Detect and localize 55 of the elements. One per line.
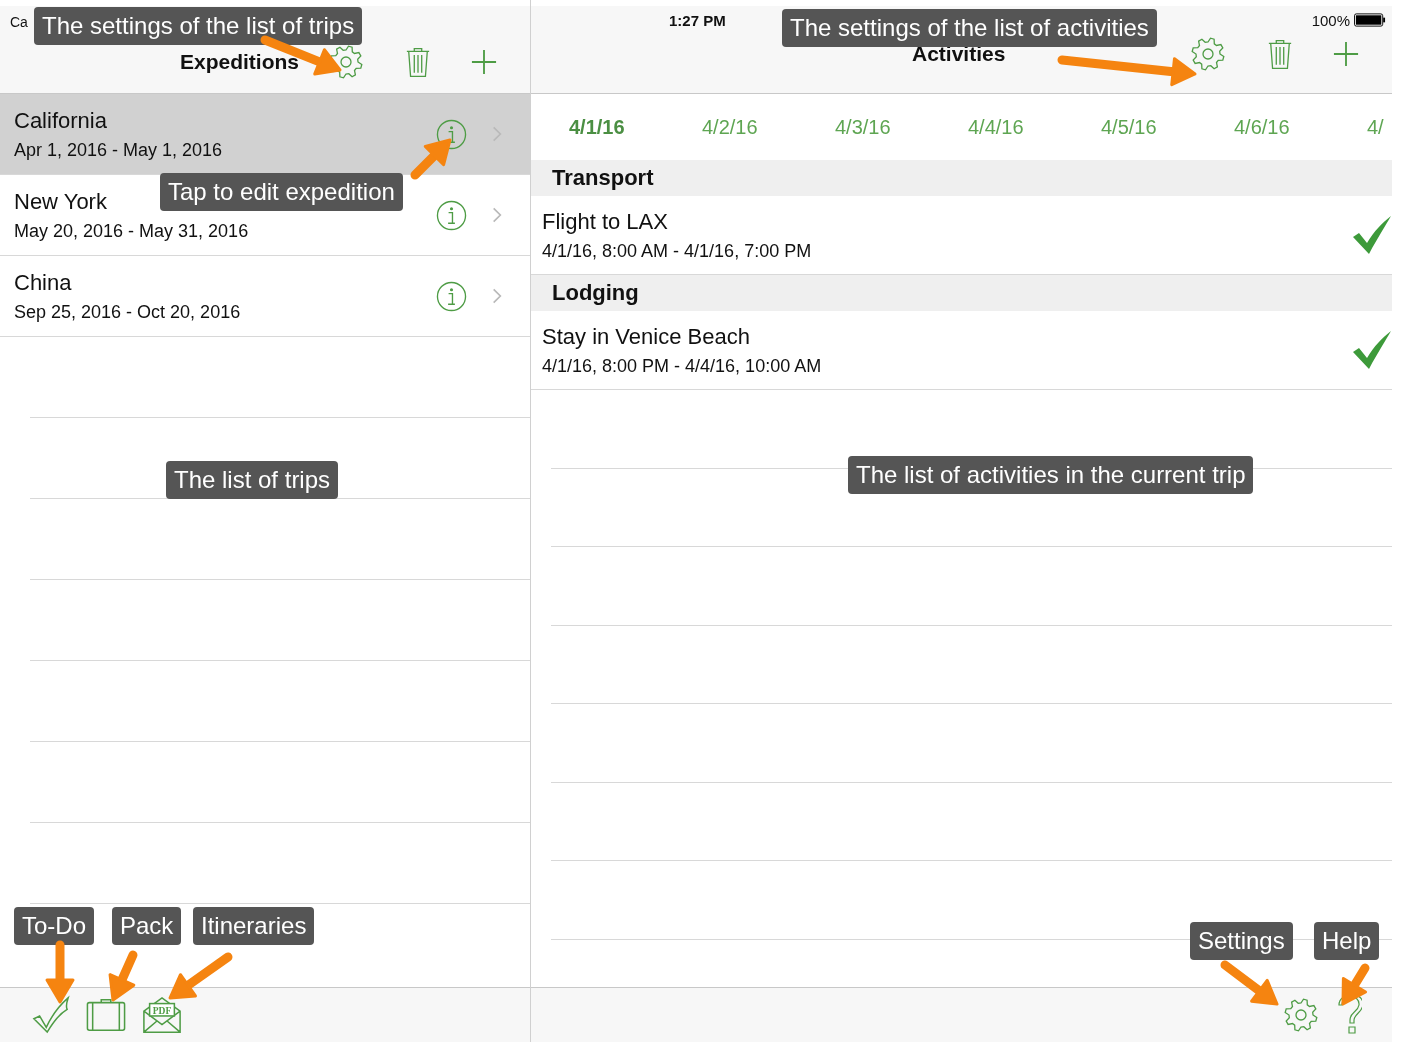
settings-icon[interactable] [1284,998,1318,1032]
pane-title: Expeditions [180,50,300,74]
checkmark-icon[interactable] [32,995,70,1035]
activity-time: 4/1/16, 8:00 PM - 4/4/16, 10:00 AM [542,355,822,377]
callout-arrow [108,950,138,1002]
callout-tooltip: The settings of the list of activities [782,9,1157,47]
activity-time: 4/1/16, 8:00 AM - 4/1/16, 7:00 PM [542,240,812,262]
add-icon[interactable] [1333,41,1360,67]
chevron-icon [492,287,502,305]
trash-icon[interactable] [405,45,432,79]
info-icon[interactable] [436,118,467,150]
trip-name: New York [14,188,107,215]
trip-name: China [14,269,72,296]
activity-name: Stay in Venice Beach [542,323,750,350]
callout-tooltip: To-Do [14,907,95,945]
callout-tooltip: Tap to edit expedition [160,173,403,211]
add-icon[interactable] [471,49,498,75]
date-tab[interactable]: 4/4/16 [968,115,1101,139]
trip-dates: Apr 1, 2016 - May 1, 2016 [14,139,223,161]
callout-arrow [1220,960,1279,1006]
trip-row[interactable]: California Apr 1, 2016 - May 1, 2016 [0,94,530,175]
callout-tooltip: The settings of the list of trips [34,7,363,45]
date-tab[interactable]: 4/6/16 [1234,115,1367,139]
carrier-name: Ca [10,14,28,30]
trip-dates: May 20, 2016 - May 31, 2016 [14,220,249,242]
callout-arrow [168,952,233,1000]
info-icon[interactable] [436,280,467,312]
date-tab[interactable]: 4/3/16 [835,115,968,139]
date-tab[interactable]: 4/2/16 [702,115,835,139]
callout-arrow [410,138,452,180]
trip-dates: Sep 25, 2016 - Oct 20, 2016 [14,301,241,323]
activity-name: Flight to LAX [542,208,668,235]
battery-percent: 100% [1311,11,1350,29]
callout-tooltip: The list of activities in the current trip [848,456,1254,494]
settings-icon[interactable] [1191,37,1226,71]
callout-tooltip: Settings [1190,922,1293,960]
trip-row[interactable]: China Sep 25, 2016 - Oct 20, 2016 [0,256,530,337]
date-tab[interactable]: 4/5/16 [1101,115,1234,139]
callout-arrow [1341,963,1370,1006]
trip-name: California [14,107,107,134]
info-icon[interactable] [436,199,467,231]
callout-tooltip: Pack [112,907,182,945]
callout-tooltip: Itineraries [193,907,315,945]
status-time: 1:27 PM [669,11,726,29]
battery-icon [1354,13,1386,27]
chevron-icon [492,206,502,224]
section-header: Transport [531,160,1392,196]
chevron-icon [492,125,502,143]
section-header: Lodging [531,275,1392,311]
callout-arrow [45,940,75,1004]
callout-tooltip: Help [1314,922,1380,960]
trash-icon[interactable] [1267,37,1294,71]
date-tab[interactable]: 4/1/16 [569,115,702,139]
callout-tooltip: The list of trips [166,461,339,499]
date-tab[interactable]: 4/ [1367,115,1392,139]
